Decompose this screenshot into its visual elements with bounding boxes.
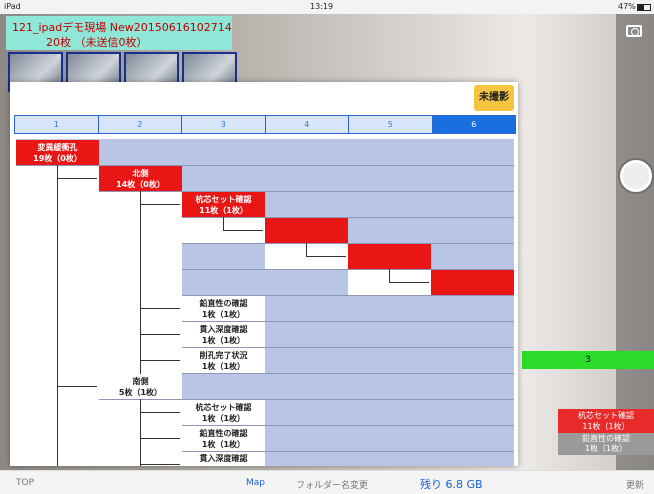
- background-level-label: 3: [522, 351, 654, 369]
- tree-connector: [57, 386, 97, 387]
- node-count: 14枚（0枚）: [116, 180, 165, 189]
- unshot-button[interactable]: 未撮影: [474, 85, 514, 111]
- tree-node[interactable]: 北側 14枚（0枚）: [99, 166, 182, 191]
- carrier-label: iPad: [4, 2, 21, 11]
- level-tab-3[interactable]: 3: [182, 116, 266, 133]
- node-title: 杭芯セット確認: [195, 195, 252, 204]
- node-title: 貫入深度確認: [199, 325, 248, 334]
- site-title: 121_ipadデモ現場 New20150616102714: [12, 21, 232, 34]
- top-button[interactable]: TOP: [16, 478, 34, 488]
- node-title: 鉛直性の確認: [199, 429, 248, 438]
- tree-node[interactable]: 杭芯セット確認 1枚（1枚）: [182, 400, 265, 425]
- site-header[interactable]: 121_ipadデモ現場 New20150616102714 20枚 （未送信0…: [6, 16, 232, 50]
- camera-control-strip: [616, 14, 654, 474]
- tree-connector: [306, 256, 346, 257]
- node-title: 杭芯セット確認: [195, 403, 252, 412]
- tree-node[interactable]: 杭芯セット確認 11枚（1枚）: [182, 192, 265, 217]
- background-node-red: 杭芯セット確認 11枚（1枚）: [558, 409, 654, 433]
- bottom-toolbar: TOP Map フォルダー名変更 残り 6.8 GB 更新: [0, 470, 654, 494]
- clock: 13:19: [310, 2, 334, 11]
- tree-connector: [140, 464, 180, 465]
- tree-connector: [140, 334, 180, 335]
- node-title: 鉛直性の確認: [199, 299, 248, 308]
- tree-connector: [57, 178, 97, 179]
- tree-connector: [140, 360, 180, 361]
- tree-connector: [140, 438, 180, 439]
- node-count: 1枚（1枚）: [201, 336, 246, 345]
- photo-count: 20枚 （未送信0枚）: [46, 36, 148, 49]
- background-node-gray: 鉛直性の確認 1枚（1枚）: [558, 433, 654, 455]
- node-count: 1枚（1枚）: [201, 414, 246, 423]
- background-node-title: 杭芯セット確認: [578, 411, 634, 420]
- tree-node[interactable]: 変異緩衝孔 19枚（0枚）: [16, 140, 99, 165]
- rename-folder-button[interactable]: フォルダー名変更: [296, 478, 368, 491]
- node-count: 1枚（1枚）: [201, 362, 246, 371]
- tree-connector: [389, 269, 390, 282]
- tree-node[interactable]: 貫入深度確認 1枚（1枚）: [182, 322, 265, 347]
- node-count: 5枚（1枚）: [118, 388, 163, 397]
- refresh-button[interactable]: 更新: [626, 478, 644, 491]
- tree-connector: [57, 165, 58, 466]
- tree-node[interactable]: 南側 5枚（1枚）: [99, 374, 182, 399]
- tree-connector: [140, 308, 180, 309]
- background-node-title: 鉛直性の確認: [582, 434, 630, 443]
- folder-tree-panel: 未撮影 1 2 3 4 5 6 変異緩衝孔 19枚（0枚） 北側 14枚（0枚）…: [10, 82, 518, 466]
- tree-connector: [140, 204, 180, 205]
- level-tab-2[interactable]: 2: [98, 116, 182, 133]
- map-button[interactable]: Map: [246, 478, 265, 488]
- node-title: 南側: [132, 377, 149, 386]
- shutter-button[interactable]: [620, 160, 652, 192]
- folder-tree: 変異緩衝孔 19枚（0枚） 北側 14枚（0枚） 杭芯セット確認 11枚（1枚）: [16, 139, 514, 466]
- battery-icon: [635, 3, 651, 12]
- node-count: 11枚（1枚）: [199, 206, 248, 215]
- tree-node[interactable]: 鉛直性の確認 1枚（1枚）: [182, 296, 265, 321]
- tree-node[interactable]: [431, 270, 514, 295]
- tree-connector: [140, 191, 141, 374]
- tree-connector: [223, 230, 263, 231]
- tree-connector: [140, 399, 141, 466]
- node-title: 北側: [132, 169, 149, 178]
- remaining-storage: 残り 6.8 GB: [420, 478, 483, 491]
- tree-connector: [389, 282, 429, 283]
- tree-connector: [140, 412, 180, 413]
- node-title: 貫入深度確認: [199, 454, 248, 463]
- level-tab-1[interactable]: 1: [15, 116, 99, 133]
- tree-node[interactable]: [348, 244, 431, 269]
- camera-switch-icon[interactable]: [626, 25, 642, 37]
- node-title: 変異緩衝孔: [37, 143, 78, 152]
- tree-connector: [306, 243, 307, 256]
- tree-node[interactable]: 貫入深度確認: [182, 452, 265, 466]
- level-tab-4[interactable]: 4: [265, 116, 349, 133]
- tree-node[interactable]: [265, 218, 348, 243]
- background-node-count: 1枚（1枚）: [584, 444, 628, 453]
- node-count: 19枚（0枚）: [33, 154, 82, 163]
- battery-percent: 47%: [618, 2, 636, 11]
- node-title: 削孔完了状況: [199, 351, 248, 360]
- status-bar: iPad 13:19 47%: [0, 0, 654, 14]
- level-tab-5[interactable]: 5: [349, 116, 433, 133]
- background-node-count: 11枚（1枚）: [582, 422, 630, 431]
- node-count: 1枚（1枚）: [201, 310, 246, 319]
- level-tab-6[interactable]: 6: [432, 116, 515, 133]
- tree-node[interactable]: 鉛直性の確認 1枚（1枚）: [182, 426, 265, 451]
- level-tabs: 1 2 3 4 5 6: [14, 115, 516, 134]
- node-count: 1枚（1枚）: [201, 440, 246, 449]
- tree-connector: [223, 217, 224, 230]
- tree-node[interactable]: 削孔完了状況 1枚（1枚）: [182, 348, 265, 373]
